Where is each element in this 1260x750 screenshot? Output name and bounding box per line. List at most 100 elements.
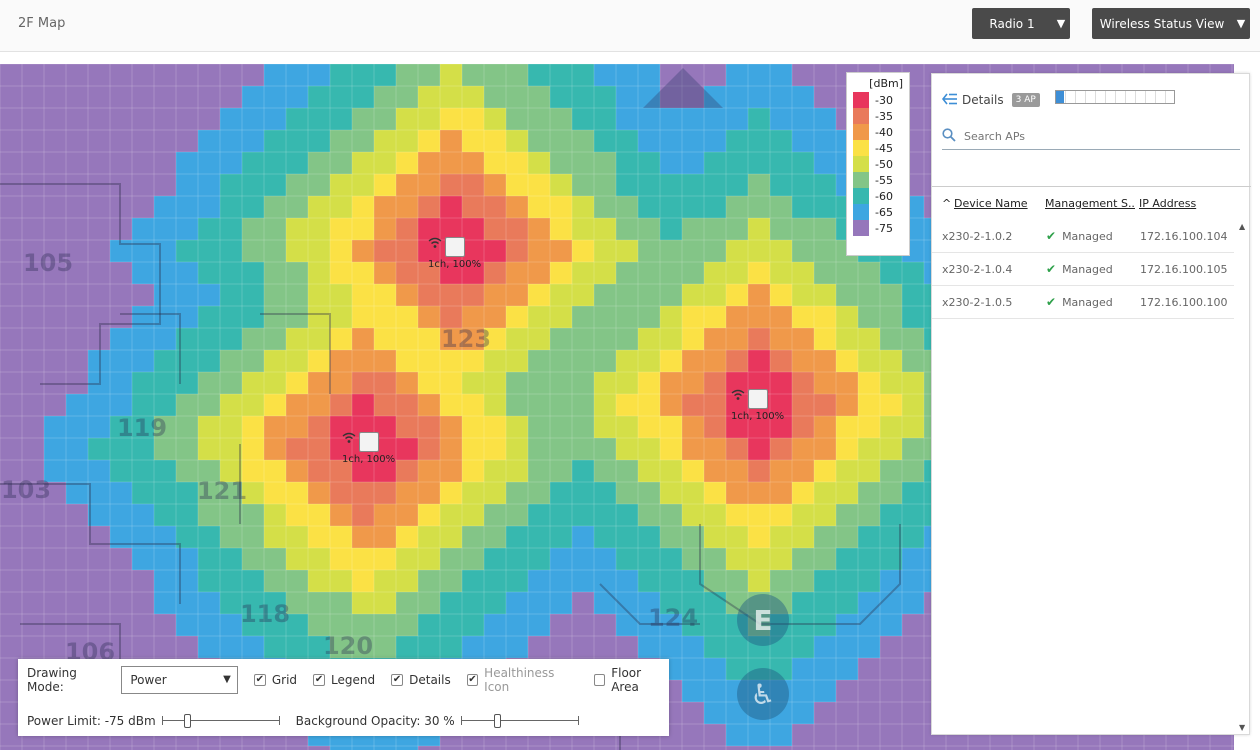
heatmap-cell — [352, 482, 374, 504]
heatmap-cell — [462, 438, 484, 460]
heatmap-cell — [462, 152, 484, 174]
heatmap-cell — [242, 350, 264, 372]
heatmap-cell — [396, 746, 418, 750]
heatmap-cell — [528, 416, 550, 438]
heatmap-cell — [616, 108, 638, 130]
slider-thumb[interactable] — [183, 714, 191, 728]
table-row[interactable]: x230-2-1.0.5 ✔ Managed 172.16.100.100 — [932, 286, 1234, 319]
heatmap-cell — [506, 416, 528, 438]
heatmap-cell — [550, 86, 572, 108]
heatmap-cell — [726, 504, 748, 526]
radio-dropdown[interactable]: Radio 1 ▼ — [972, 8, 1070, 39]
view-dropdown[interactable]: Wireless Status View ▼ — [1092, 8, 1250, 39]
drawing-mode-select[interactable]: Power ▼ — [121, 666, 238, 694]
heatmap-cell — [660, 196, 682, 218]
heatmap-cell — [1166, 746, 1188, 750]
table-row[interactable]: x230-2-1.0.4 ✔ Managed 172.16.100.105 — [932, 253, 1234, 286]
heatmap-cell — [440, 504, 462, 526]
column-management-status[interactable]: Management S... — [1045, 197, 1135, 210]
heatmap-cell — [308, 240, 330, 262]
checkbox-legend[interactable]: ✔ Legend — [313, 673, 375, 687]
heatmap-cell — [132, 262, 154, 284]
collapse-panel-icon[interactable] — [941, 90, 958, 109]
heatmap-cell — [418, 86, 440, 108]
column-device-name[interactable]: Device Name — [954, 197, 1036, 210]
column-ip-address[interactable]: IP Address — [1139, 197, 1219, 210]
heatmap-cell — [638, 108, 660, 130]
slider-thumb[interactable] — [493, 714, 501, 728]
heatmap-cell — [770, 218, 792, 240]
checkbox-box[interactable]: ✔ — [313, 674, 326, 686]
search-input[interactable] — [964, 130, 1224, 143]
heatmap-cell — [506, 394, 528, 416]
heatmap-cell — [418, 152, 440, 174]
heatmap-cell — [0, 328, 22, 350]
heatmap-cell — [264, 438, 286, 460]
heatmap-cell — [308, 350, 330, 372]
legend-swatch — [853, 92, 869, 108]
access-point-marker[interactable]: 1ch, 100% — [731, 389, 784, 422]
table-scrollbar[interactable]: ▲ ▼ — [1236, 220, 1250, 734]
heatmap-cell — [594, 328, 616, 350]
heatmap-cell — [286, 636, 308, 658]
checkbox-box[interactable]: ✔ — [253, 674, 266, 686]
heatmap-cell — [352, 262, 374, 284]
details-panel: Details 3 AP ^ Device Name Management S.… — [931, 73, 1251, 735]
heatmap-cell — [154, 108, 176, 130]
heatmap-cell — [374, 64, 396, 86]
heatmap-cell — [528, 438, 550, 460]
heatmap-cell — [484, 438, 506, 460]
heatmap-cell — [462, 284, 484, 306]
heatmap-cell — [308, 196, 330, 218]
scroll-up-icon[interactable]: ▲ — [1239, 222, 1245, 231]
heatmap-cell — [44, 416, 66, 438]
heatmap-cell — [22, 284, 44, 306]
background-opacity-slider[interactable] — [460, 714, 579, 728]
heatmap-cell — [396, 372, 418, 394]
access-point-marker[interactable]: 1ch, 100% — [428, 237, 481, 270]
heatmap-cell — [506, 526, 528, 548]
heatmap-cell — [506, 328, 528, 350]
heatmap-cell — [572, 438, 594, 460]
heatmap-cell — [220, 328, 242, 350]
sort-ascending-icon[interactable]: ^ — [942, 197, 951, 210]
heatmap-cell — [198, 196, 220, 218]
heatmap-cell — [616, 372, 638, 394]
heatmap-cell — [770, 196, 792, 218]
checkbox-floor-area[interactable]: Floor Area — [593, 666, 669, 694]
checkbox-grid[interactable]: ✔ Grid — [253, 673, 297, 687]
power-limit-slider[interactable] — [161, 714, 280, 728]
heatmap-cell — [748, 284, 770, 306]
heatmap-cell — [308, 152, 330, 174]
heatmap-cell — [858, 570, 880, 592]
heatmap-cell — [616, 394, 638, 416]
heatmap-cell — [572, 746, 594, 750]
heatmap-cell — [88, 196, 110, 218]
table-row[interactable]: x230-2-1.0.2 ✔ Managed 172.16.100.104 — [932, 220, 1234, 253]
heatmap-cell — [814, 746, 836, 750]
heatmap-cell — [902, 702, 924, 724]
access-point-marker[interactable]: 1ch, 100% — [342, 432, 395, 465]
checkbox-details[interactable]: ✔ Details — [391, 673, 451, 687]
heatmap-cell — [22, 350, 44, 372]
heatmap-cell — [572, 328, 594, 350]
heatmap-cell — [528, 460, 550, 482]
heatmap-cell — [836, 284, 858, 306]
heatmap-cell — [88, 108, 110, 130]
heatmap-cell — [880, 328, 902, 350]
checkbox-box[interactable] — [593, 674, 606, 686]
scroll-down-icon[interactable]: ▼ — [1239, 723, 1245, 732]
heatmap-cell — [528, 262, 550, 284]
checkbox-box[interactable]: ✔ — [391, 674, 404, 686]
heatmap-cell — [770, 438, 792, 460]
heatmap-cell — [198, 218, 220, 240]
heatmap-cell — [440, 86, 462, 108]
heatmap-cell — [176, 86, 198, 108]
heatmap-cell — [858, 394, 880, 416]
heatmap-cell — [264, 636, 286, 658]
heatmap-cell — [154, 372, 176, 394]
heatmap-cell — [374, 636, 396, 658]
heatmap-cell — [374, 614, 396, 636]
heatmap-cell — [704, 350, 726, 372]
heatmap-cell — [440, 592, 462, 614]
